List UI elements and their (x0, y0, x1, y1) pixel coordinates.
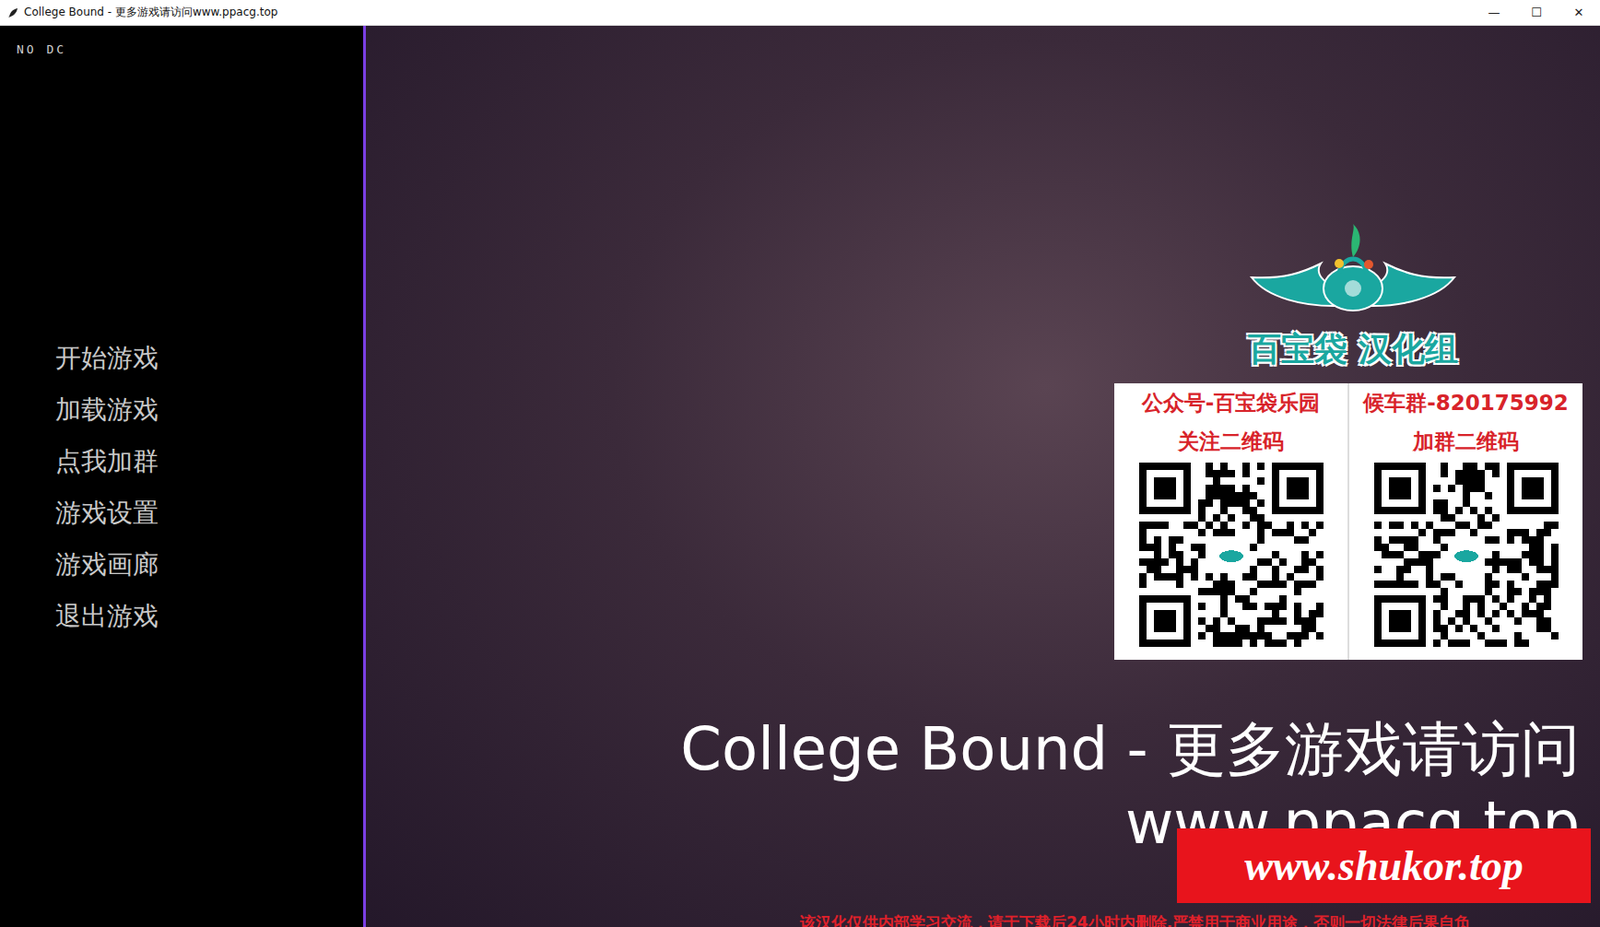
translation-group-logo: 百宝袋 汉化组 (1240, 222, 1466, 379)
title-bar: College Bound - 更多游戏请访问www.ppacg.top—☐✕ (0, 0, 1600, 26)
banner-text: www.shukor.top (1244, 841, 1524, 891)
qr-code-icon (1374, 462, 1559, 648)
qr-caption: 加群二维码 (1412, 427, 1519, 456)
qr-panel: 公众号-百宝袋乐园关注二维码候车群-820175992加群二维码 (1114, 383, 1583, 660)
game-body: NO DC 开始游戏加载游戏点我加群游戏设置游戏画廊退出游戏 百宝袋 汉化组公众号-… (0, 25, 1600, 927)
version-badge: NO DC (16, 42, 364, 57)
legal-notice: 该汉化仅供内部学习交流，请于下载后24小时内删除,严禁用于商业用途，否则一切法律… (800, 912, 1471, 927)
window-control-button[interactable]: ✕ (1557, 0, 1600, 26)
game-title-line: College Bound - 更多游戏请访问 (680, 712, 1580, 787)
winged-bag-logo-icon (1247, 222, 1459, 333)
app-feather-icon (7, 7, 19, 19)
menu-item[interactable]: 游戏设置 (55, 487, 364, 540)
qr-column: 公众号-百宝袋乐园关注二维码 (1114, 383, 1348, 660)
game-window: College Bound - 更多游戏请访问www.ppacg.top—☐✕N… (0, 0, 1600, 927)
logo-text: 百宝袋 汉化组 (1247, 327, 1459, 373)
watermark-banner: www.shukor.top (1176, 828, 1591, 904)
menu-item[interactable]: 开始游戏 (55, 332, 364, 385)
menu-item[interactable]: 退出游戏 (55, 590, 364, 643)
window-control-button[interactable]: ☐ (1515, 0, 1558, 26)
main-menu-panel: NO DC 开始游戏加载游戏点我加群游戏设置游戏画廊退出游戏 (0, 25, 366, 927)
main-menu: 开始游戏加载游戏点我加群游戏设置游戏画廊退出游戏 (16, 332, 364, 643)
menu-item[interactable]: 游戏画廊 (55, 539, 364, 591)
window-title: College Bound - 更多游戏请访问www.ppacg.top (23, 4, 1473, 21)
qr-heading: 候车群-820175992 (1363, 388, 1569, 417)
window-control-button[interactable]: — (1472, 0, 1516, 26)
qr-code-icon (1139, 462, 1324, 648)
menu-item[interactable]: 加载游戏 (55, 384, 364, 436)
menu-item[interactable]: 点我加群 (55, 435, 364, 488)
qr-column: 候车群-820175992 加群二维码 (1347, 383, 1583, 660)
qr-caption: 关注二维码 (1177, 427, 1284, 456)
qr-heading: 公众号-百宝袋乐园 (1141, 388, 1321, 417)
title-artwork: 百宝袋 汉化组公众号-百宝袋乐园关注二维码候车群-820175992加群二维码C… (365, 25, 1600, 927)
